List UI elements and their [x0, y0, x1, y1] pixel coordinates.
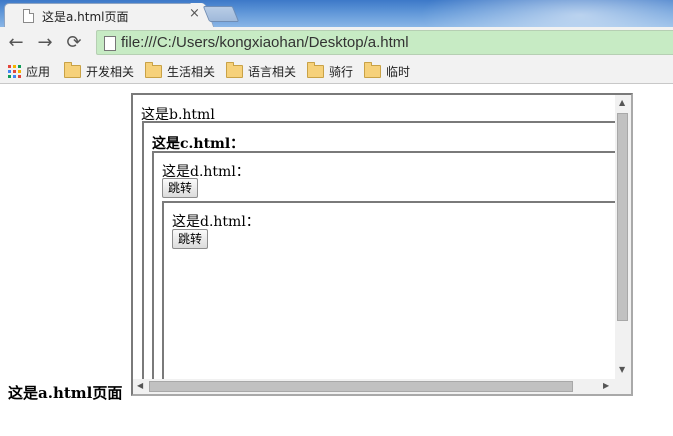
bookmark-label: 开发相关	[86, 64, 135, 79]
bookmark-folder-temp[interactable]: 临时	[364, 61, 411, 80]
address-bar[interactable]: file:///C:/Users/kongxiaohan/Desktop/a.h…	[96, 30, 673, 55]
iframe-b[interactable]: 这是b.html 这是c.html： 这是d.html： 跳转 这是d.html…	[131, 93, 633, 396]
page-c-label: 这是c.html：	[152, 136, 245, 152]
bookmark-apps[interactable]: 应用	[8, 62, 50, 80]
jump-button-nested[interactable]: 跳转	[172, 229, 209, 249]
scroll-right-arrow-icon[interactable]: ▶	[603, 382, 609, 390]
bookmark-folder-life[interactable]: 生活相关	[145, 61, 216, 80]
folder-icon	[64, 61, 81, 78]
horizontal-scrollbar[interactable]: ◀ ▶	[133, 379, 617, 394]
vertical-scroll-thumb[interactable]	[617, 113, 628, 321]
back-arrow-icon[interactable]: ←	[5, 32, 27, 54]
iframe-d-nested[interactable]: 这是d.html： 跳转	[162, 201, 617, 379]
iframe-c[interactable]: 这是c.html： 这是d.html： 跳转 这是d.html： 跳转	[142, 121, 617, 379]
bookmark-folder-ride[interactable]: 骑行	[307, 61, 354, 80]
bookmark-label: 生活相关	[167, 64, 216, 79]
tab-active[interactable]: 这是a.html页面 ×	[4, 3, 202, 27]
scrollbar-corner	[615, 379, 631, 394]
tab-title: 这是a.html页面	[42, 10, 129, 24]
forward-arrow-icon[interactable]: →	[34, 32, 56, 54]
bookmark-label: 临时	[386, 64, 411, 79]
bookmark-folder-lang[interactable]: 语言相关	[226, 61, 297, 80]
reload-icon[interactable]: ⟳	[63, 32, 85, 54]
titlebar-glow	[420, 0, 673, 27]
scroll-up-arrow-icon[interactable]: ▲	[619, 99, 625, 107]
page-a-label: 这是a.html页面	[8, 384, 123, 402]
jump-button[interactable]: 跳转	[162, 178, 199, 198]
bookmark-label: 应用	[26, 64, 51, 79]
folder-icon	[145, 61, 162, 78]
folder-icon	[307, 61, 324, 78]
address-url: file:///C:/Users/kongxiaohan/Desktop/a.h…	[121, 34, 409, 51]
vertical-scrollbar[interactable]: ▲ ▼	[615, 95, 631, 379]
bookmark-folder-dev[interactable]: 开发相关	[64, 61, 135, 80]
scroll-down-arrow-icon[interactable]: ▼	[619, 366, 625, 374]
folder-icon	[226, 61, 243, 78]
new-tab-button[interactable]	[202, 6, 240, 22]
bookmark-label: 语言相关	[248, 64, 297, 79]
folder-icon	[364, 61, 381, 78]
page-d-nested-label: 这是d.html：	[172, 214, 260, 230]
iframe-b-content: 这是b.html 这是c.html： 这是d.html： 跳转 这是d.html…	[133, 95, 617, 379]
horizontal-scroll-thumb[interactable]	[149, 381, 573, 392]
page-icon	[104, 36, 116, 51]
bookmarks-bar: 应用 开发相关 生活相关 语言相关 骑行 临时	[0, 59, 673, 84]
iframe-d[interactable]: 这是d.html： 跳转 这是d.html： 跳转	[152, 151, 617, 379]
toolbar: ← → ⟳ file:///C:/Users/kongxiaohan/Deskt…	[0, 27, 673, 59]
title-bar: 这是a.html页面 ×	[0, 0, 673, 27]
scroll-left-arrow-icon[interactable]: ◀	[137, 382, 143, 390]
bookmark-label: 骑行	[329, 64, 354, 79]
apps-icon	[8, 64, 21, 78]
document-icon	[23, 9, 34, 23]
close-icon[interactable]: ×	[189, 7, 200, 21]
